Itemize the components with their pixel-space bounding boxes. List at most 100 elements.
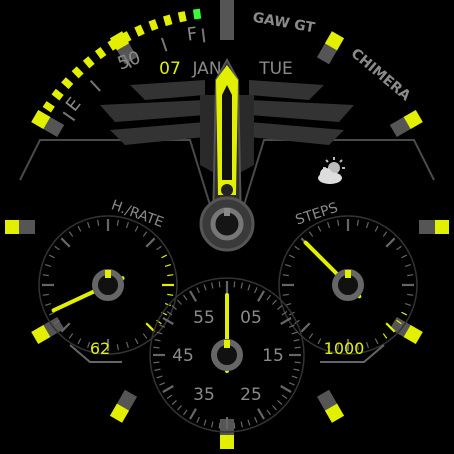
subdial-tick bbox=[167, 274, 174, 277]
subdial-tick bbox=[196, 416, 200, 423]
hour-marker-tip bbox=[403, 324, 423, 345]
partly-cloudy-icon bbox=[318, 157, 345, 184]
heart-rate-value: 62 bbox=[90, 339, 110, 358]
hour-marker-tip bbox=[324, 403, 345, 423]
fuel-segment bbox=[34, 113, 47, 126]
subdial-tick bbox=[156, 375, 163, 379]
subdial-tick bbox=[45, 264, 52, 268]
subdial-tick bbox=[396, 245, 402, 251]
subdial-tick bbox=[233, 422, 236, 429]
subdial-tick bbox=[365, 341, 369, 348]
subdial-tick bbox=[272, 299, 277, 305]
subdial-tick bbox=[153, 361, 160, 364]
subdial-tick bbox=[142, 231, 148, 237]
date-weekday: TUE bbox=[258, 59, 293, 79]
subdial-tick bbox=[291, 331, 298, 335]
subdial-tick bbox=[77, 225, 82, 232]
subdial-tick bbox=[134, 338, 139, 345]
fuel-tick bbox=[62, 111, 76, 122]
fuel-segment bbox=[42, 101, 55, 113]
center-cap-mark bbox=[224, 208, 230, 216]
subdial-tick bbox=[177, 299, 182, 305]
subdial-tick bbox=[247, 284, 251, 291]
fuel-tick bbox=[160, 37, 168, 52]
subdial-tick bbox=[404, 302, 411, 306]
fuel-segment bbox=[71, 66, 84, 79]
subdial-tick bbox=[277, 305, 283, 310]
subdial-tick bbox=[48, 254, 55, 259]
subdial-tick bbox=[247, 419, 251, 426]
fuel-segment bbox=[134, 24, 145, 37]
subdial-tick bbox=[401, 254, 408, 259]
seconds-hub-mark bbox=[224, 340, 230, 348]
subdial-tick bbox=[288, 254, 295, 259]
seconds-label-25: 25 bbox=[240, 385, 262, 405]
fuel-segment bbox=[61, 77, 74, 90]
subdial-tick bbox=[382, 333, 388, 339]
steps-value: 1000 bbox=[324, 339, 365, 358]
subdial-tick bbox=[42, 293, 49, 296]
subdial-tick bbox=[277, 400, 283, 405]
heart-rate-hand bbox=[51, 269, 125, 313]
seconds-label-35: 35 bbox=[193, 385, 215, 405]
subdial-tick bbox=[407, 274, 414, 277]
steps-hand bbox=[303, 240, 364, 301]
subdial-tick bbox=[211, 421, 214, 428]
subdial-tick bbox=[196, 287, 200, 294]
subdial-tick bbox=[42, 274, 49, 277]
subdial-tick bbox=[288, 382, 295, 386]
subdial-tick bbox=[45, 302, 52, 306]
subdial-tick bbox=[167, 293, 174, 296]
subdial-tick bbox=[48, 311, 55, 316]
subdial-tick bbox=[300, 322, 311, 333]
subdial-tick bbox=[116, 344, 119, 351]
subdial-tick bbox=[293, 368, 300, 371]
heart-rate-hub-mark bbox=[105, 270, 111, 278]
subdial-tick bbox=[280, 385, 292, 393]
subdial-tick bbox=[218, 281, 221, 288]
heart-rate-subdial: H./RATE 62 bbox=[38, 197, 178, 363]
subdial-tick bbox=[365, 222, 369, 229]
subdial-tick bbox=[254, 416, 258, 423]
heart-rate-label: H./RATE bbox=[109, 197, 166, 231]
fuel-segment bbox=[94, 46, 107, 60]
subdial-tick bbox=[154, 368, 161, 371]
fuel-segment bbox=[177, 11, 187, 23]
subdial-tick bbox=[282, 293, 289, 296]
subdial-tick bbox=[337, 219, 340, 226]
subdial-tick bbox=[282, 274, 289, 277]
subdial-tick bbox=[211, 282, 214, 289]
fuel-segment bbox=[107, 38, 119, 51]
subdial-tick bbox=[164, 264, 171, 268]
steps-subdial: STEPS 1000 bbox=[278, 200, 418, 363]
subdial-tick bbox=[134, 225, 139, 232]
watch-face: E 50 F GAW GT CHIMERA 07 JAN TUE H./RATE… bbox=[5, 0, 449, 449]
subdial-tick bbox=[308, 231, 314, 237]
subdial-tick bbox=[285, 264, 292, 268]
subdial-tick bbox=[161, 254, 168, 259]
subdial-tick bbox=[145, 237, 156, 248]
subdial-tick bbox=[240, 421, 243, 428]
subdial-tick bbox=[404, 264, 411, 268]
seconds-label-55: 55 bbox=[193, 308, 215, 328]
subdial-tick bbox=[183, 294, 188, 301]
subdial-tick bbox=[125, 341, 129, 348]
subdial-tick bbox=[153, 346, 160, 349]
subdial-tick bbox=[142, 333, 148, 339]
subdial-tick bbox=[281, 394, 288, 399]
fuel-segment bbox=[51, 88, 64, 101]
hour-marker-tip bbox=[31, 324, 51, 345]
seconds-label-45: 45 bbox=[172, 346, 194, 366]
subdial-tick bbox=[374, 225, 379, 232]
twelve-marker bbox=[220, 0, 234, 40]
steps-hub-mark bbox=[345, 270, 351, 278]
fuel-label-full: F bbox=[186, 23, 199, 45]
fuel-segment bbox=[192, 8, 202, 20]
subdial-tick bbox=[254, 287, 258, 294]
fuel-segment bbox=[82, 56, 95, 69]
subdial-tick bbox=[68, 333, 74, 339]
fuel-segment bbox=[148, 19, 159, 31]
subdial-tick bbox=[401, 311, 408, 316]
subdial-tick bbox=[203, 284, 207, 291]
subdial-tick bbox=[294, 361, 301, 364]
